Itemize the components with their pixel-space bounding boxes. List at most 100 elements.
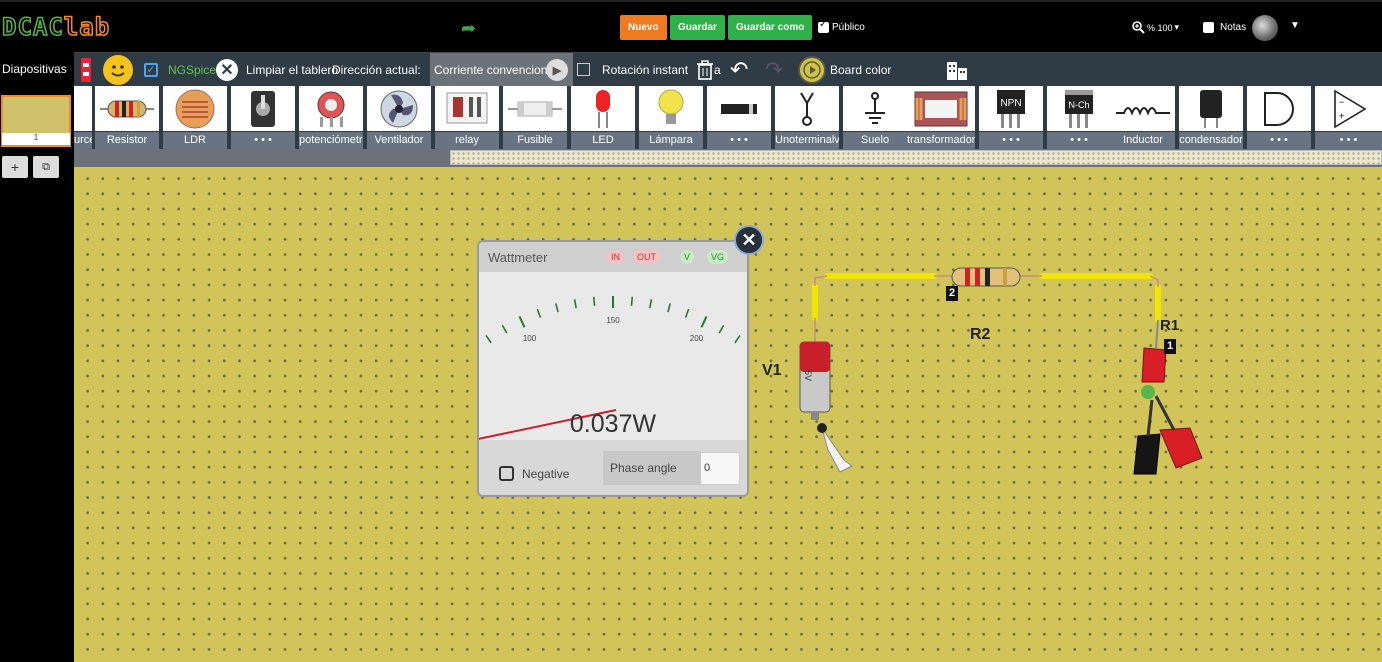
inductor-icon	[1111, 86, 1175, 131]
palette-capacitor[interactable]: condensador	[1179, 86, 1243, 149]
slides-label: Diapositivas	[0, 52, 74, 86]
app-logo[interactable]: DCAC lab	[1, 12, 111, 42]
r2-label: R2	[970, 326, 991, 343]
palette-opamp[interactable]: − + • • •	[1315, 86, 1382, 149]
board-color-icon[interactable]	[798, 56, 826, 84]
lamp-icon	[639, 86, 703, 131]
palette-label: Suelo	[843, 132, 907, 149]
nmos-icon: N-Ch	[1047, 86, 1111, 131]
notes-label: Notas	[1220, 22, 1247, 33]
palette-label: relay	[435, 132, 499, 149]
phase-angle-input[interactable]: 0	[700, 452, 740, 485]
palette-ground[interactable]: Suelo	[843, 86, 907, 149]
instant-rotation-checkbox[interactable]	[577, 63, 590, 76]
resistor-icon	[95, 86, 159, 131]
save-button[interactable]: Guardar	[670, 15, 725, 40]
save-as-button[interactable]: Guardar como	[728, 15, 813, 40]
gauge-tick	[485, 335, 492, 344]
gauge-tick-label: 150	[606, 316, 620, 325]
palette-and-gate[interactable]: • • •	[1247, 86, 1311, 149]
palette-one-terminal[interactable]: Unoterminalv	[775, 86, 839, 149]
trash-icon[interactable]	[697, 53, 713, 87]
add-slide-button[interactable]: +	[2, 156, 28, 178]
palette-diode[interactable]: • • •	[707, 86, 771, 149]
palette-label: Lámpara	[639, 132, 703, 149]
share-icon[interactable]: ➦	[461, 18, 476, 39]
negative-toggle[interactable]: Negative	[499, 466, 569, 481]
palette-label: Unoterminalv	[775, 132, 839, 149]
play-icon[interactable]: ▶	[546, 59, 568, 81]
palette-potentiometer[interactable]: potenciómetro	[299, 86, 363, 149]
tag-in: IN	[607, 250, 624, 264]
logo-dcac: DCAC	[1, 12, 64, 42]
v1-label: V1	[762, 362, 782, 379]
transformer-icon	[907, 86, 975, 131]
palette-label: potenciómetro	[299, 132, 363, 149]
wattmeter-panel[interactable]: Wattmeter IN OUT V VG 050100150200250300…	[477, 240, 749, 497]
secondary-toolbar: ✓ NGSpice ✕ Limpiar el tablero Dirección…	[0, 52, 1382, 87]
svg-text:−: −	[1339, 97, 1344, 107]
public-toggle[interactable]: Público	[818, 19, 865, 33]
palette-label: • • •	[1047, 132, 1111, 149]
palette-label: LDR	[163, 132, 227, 149]
board-color-label[interactable]: Board color	[830, 53, 891, 87]
redo-icon[interactable]: ↷	[765, 53, 783, 87]
palette-npn[interactable]: NPN • • •	[979, 86, 1043, 149]
gauge-tick	[718, 324, 725, 334]
undo-icon[interactable]: ↶	[730, 53, 748, 87]
logo-lab: lab	[63, 12, 111, 42]
svg-text:N-Ch: N-Ch	[1068, 100, 1089, 110]
palette-resistor[interactable]: Resistor	[95, 86, 159, 149]
user-menu-caret-icon[interactable]: ▼	[1290, 20, 1300, 31]
svg-text:+: +	[1339, 111, 1344, 121]
new-button[interactable]: Nuevo	[620, 15, 667, 40]
component-palette: urce Resistor LDR • • • potenciómetro Ve…	[74, 86, 1382, 149]
palette-fan[interactable]: Ventilador	[367, 86, 431, 149]
gauge-tick	[667, 303, 671, 313]
zoom-control[interactable]: % 100 ▾	[1132, 21, 1179, 34]
public-checkbox[interactable]	[818, 19, 829, 33]
ngspice-checkbox[interactable]: ✓	[144, 63, 158, 77]
slide-number: 1	[2, 133, 70, 145]
public-label: Público	[832, 22, 865, 33]
palette-label: Inductor	[1111, 132, 1175, 149]
clear-board-icon[interactable]: ✕	[216, 59, 238, 81]
palette-led[interactable]: LED	[571, 86, 635, 149]
close-wattmeter-icon[interactable]: ✕	[734, 225, 764, 255]
relay-icon	[435, 86, 499, 131]
palette-lamp[interactable]: Lámpara	[639, 86, 703, 149]
breadboard-strip[interactable]	[450, 150, 1382, 165]
opamp-icon: − +	[1315, 86, 1382, 131]
zoom-icon	[1132, 21, 1145, 34]
palette-relay[interactable]: relay	[435, 86, 499, 149]
negative-label: Negative	[522, 466, 570, 481]
palette-label: • • •	[979, 132, 1043, 149]
palette-source[interactable]: urce	[74, 86, 92, 149]
ngspice-label: NGSpice	[168, 63, 217, 77]
building-icon[interactable]	[946, 53, 968, 87]
palette-ldr[interactable]: LDR	[163, 86, 227, 149]
instant-rotation-label: Rotación instant	[602, 63, 689, 77]
current-direction-label: Dirección actual:	[332, 63, 421, 77]
gauge-tick	[649, 299, 653, 309]
palette-switch[interactable]: • • •	[231, 86, 295, 149]
copy-slide-button[interactable]: ⧉	[33, 156, 59, 178]
palette-fuse[interactable]: Fusible	[503, 86, 567, 149]
potentiometer-icon	[299, 86, 363, 131]
pin-marker-r1: 1	[1164, 339, 1176, 354]
smiley-icon[interactable]	[103, 55, 133, 85]
gauge-tick	[573, 299, 577, 309]
notes-toggle[interactable]: Notas	[1203, 22, 1246, 33]
palette-label: condensador	[1179, 132, 1243, 149]
palette-nmos[interactable]: N-Ch • • •	[1047, 86, 1111, 149]
palette-inductor[interactable]: Inductor	[1111, 86, 1175, 149]
diode-icon	[707, 86, 771, 131]
notes-checkbox[interactable]	[1203, 22, 1214, 33]
negative-checkbox[interactable]	[499, 466, 514, 481]
fuse-icon	[503, 86, 567, 131]
clear-board-button[interactable]: Limpiar el tablero	[246, 53, 338, 87]
rotation-suffix: a	[714, 63, 721, 77]
palette-transformer[interactable]: transformador	[907, 86, 975, 149]
wattmeter-title: Wattmeter	[488, 250, 548, 265]
avatar[interactable]	[1252, 15, 1278, 41]
